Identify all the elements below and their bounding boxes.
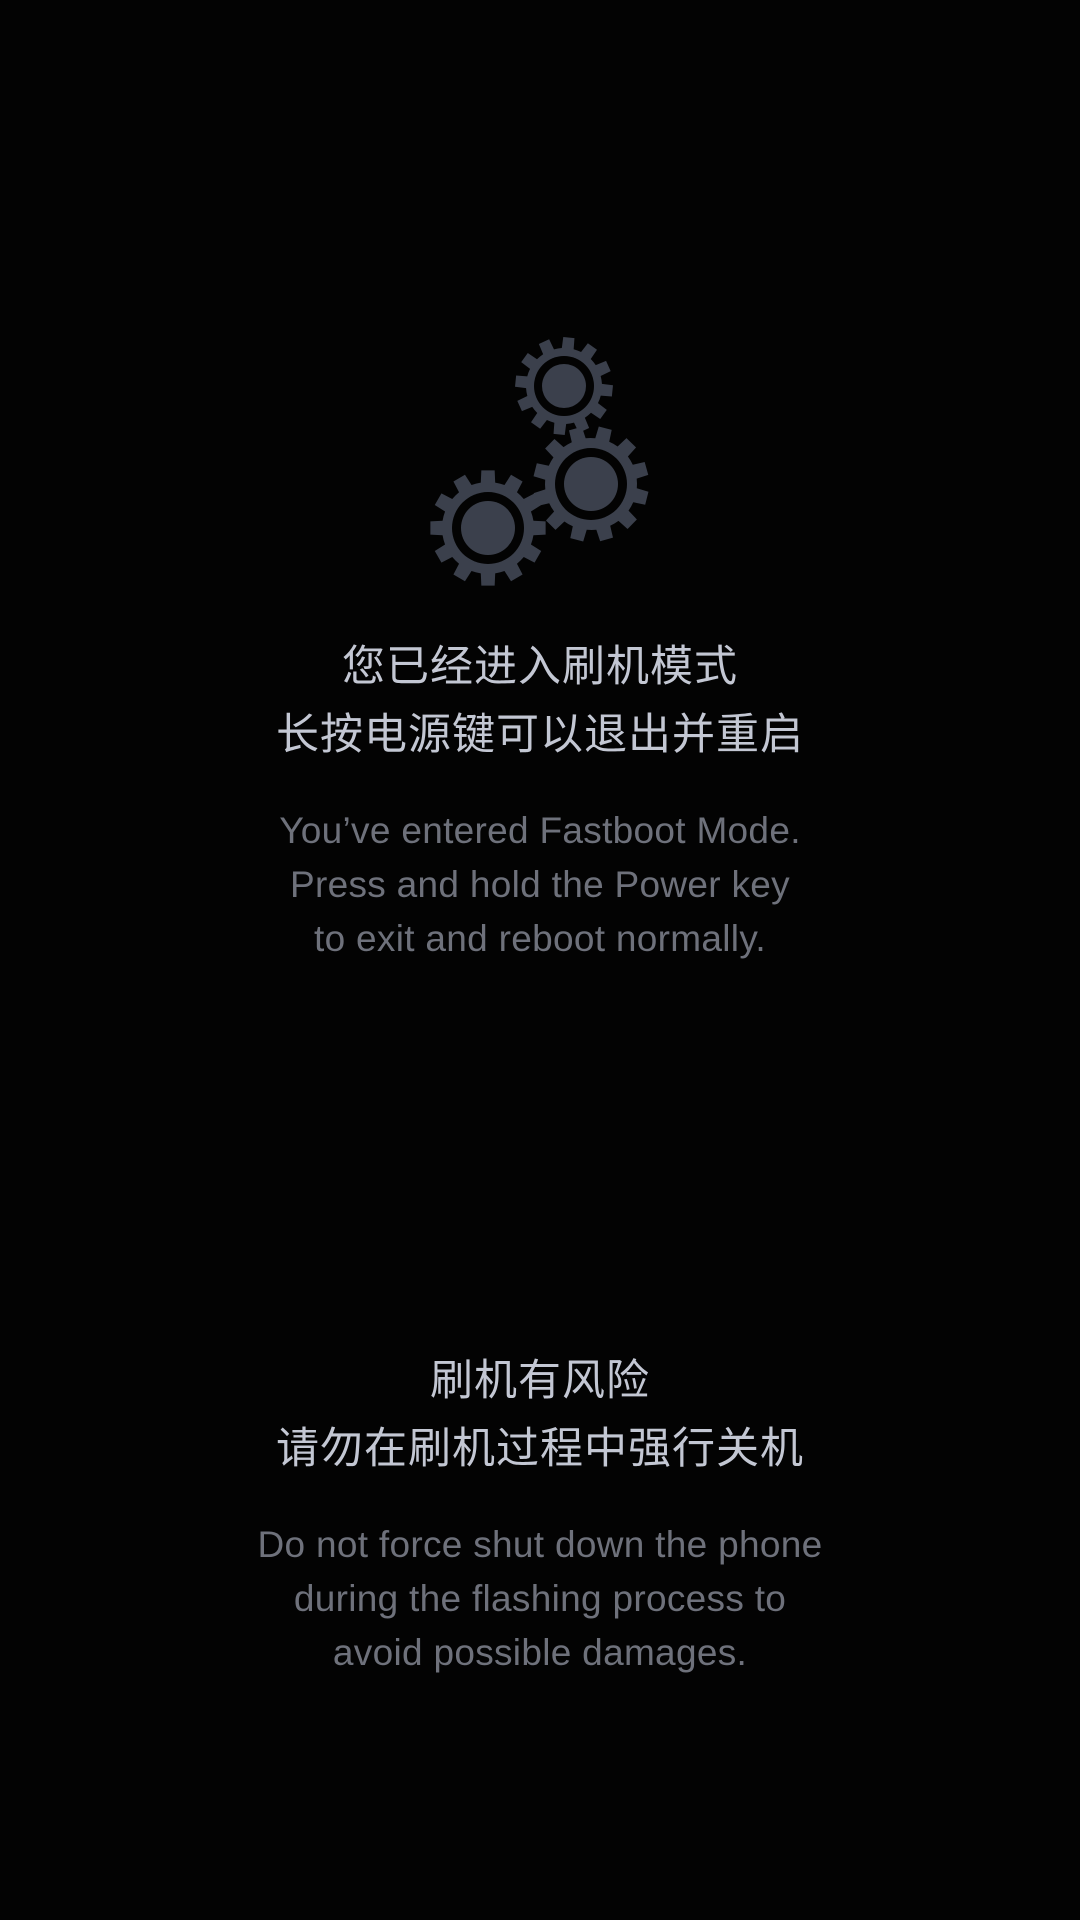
- risk-line-2-en: during the flashing process to: [293, 1578, 787, 1619]
- fastboot-instruction-zh: 长按电源键可以退出并重启: [276, 710, 804, 760]
- gear-hub: [542, 364, 586, 408]
- fastboot-notice-chinese: 您已经进入刷机模式 长按电源键可以退出并重启: [0, 633, 1080, 769]
- fastboot-title-zh: 您已经进入刷机模式: [342, 642, 738, 692]
- gear-hub: [564, 457, 618, 511]
- fastboot-line-2-en: Press and hold the Power key: [290, 864, 790, 905]
- risk-line-1-en: Do not force shut down the phone: [257, 1524, 823, 1565]
- risk-title-zh: 刷机有风险: [430, 1356, 650, 1406]
- gear-small-icon: [515, 337, 613, 435]
- gear-hub: [461, 501, 515, 555]
- fastboot-line-1-en: You’ve entered Fastboot Mode.: [279, 810, 801, 851]
- fastboot-notice-english: You’ve entered Fastboot Mode. Press and …: [0, 804, 1080, 966]
- risk-warning-english: Do not force shut down the phone during …: [0, 1518, 1080, 1680]
- fastboot-line-3-en: to exit and reboot normally.: [314, 918, 766, 959]
- risk-warning-chinese: 刷机有风险 请勿在刷机过程中强行关机: [0, 1347, 1080, 1483]
- gear-right-icon: [533, 426, 649, 542]
- risk-line-3-en: avoid possible damages.: [332, 1632, 748, 1673]
- fastboot-screen: { "icon": { "name": "gears-icon", "color…: [0, 0, 1080, 1920]
- gear-left-icon: [430, 470, 546, 586]
- risk-instruction-zh: 请勿在刷机过程中强行关机: [276, 1424, 804, 1474]
